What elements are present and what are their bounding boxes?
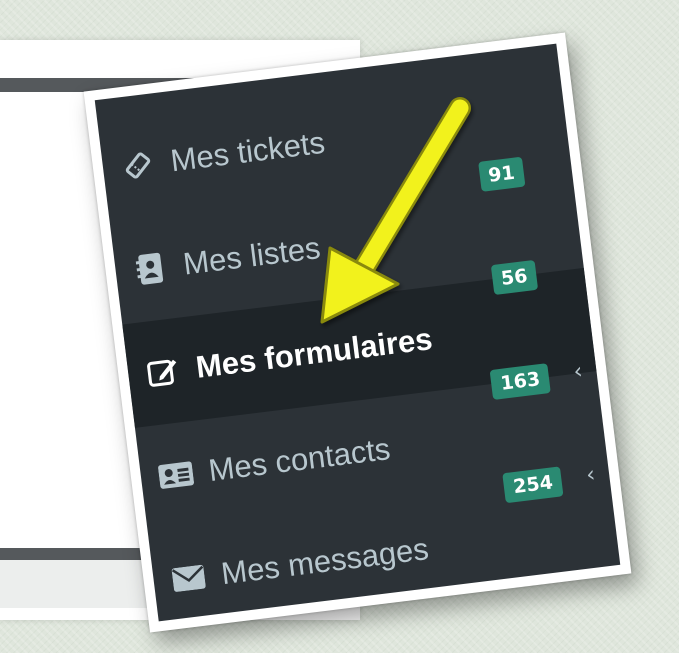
edit-form-icon bbox=[144, 353, 182, 391]
address-book-icon bbox=[132, 250, 170, 288]
count-badge: 91 bbox=[477, 156, 526, 192]
count-badge: 163 bbox=[489, 363, 551, 400]
sidebar-item-label: Mes messages bbox=[219, 531, 431, 592]
sidebar-item-label: Mes tickets bbox=[168, 124, 327, 179]
envelope-icon bbox=[170, 559, 208, 597]
sidebar-menu: Mes tickets 91 Mes listes 56 Mes formula… bbox=[94, 43, 621, 622]
sidebar-item-label: Mes listes bbox=[181, 230, 323, 282]
contact-card-icon bbox=[157, 456, 195, 494]
count-badge: 254 bbox=[502, 466, 564, 504]
sidebar-item-label: Mes contacts bbox=[206, 431, 393, 489]
count-badge: 56 bbox=[490, 259, 539, 296]
screenshot-card: Mes tickets 91 Mes listes 56 Mes formula… bbox=[83, 32, 632, 633]
ticket-icon bbox=[119, 147, 157, 185]
sidebar-item-label: Mes formulaires bbox=[193, 321, 435, 385]
